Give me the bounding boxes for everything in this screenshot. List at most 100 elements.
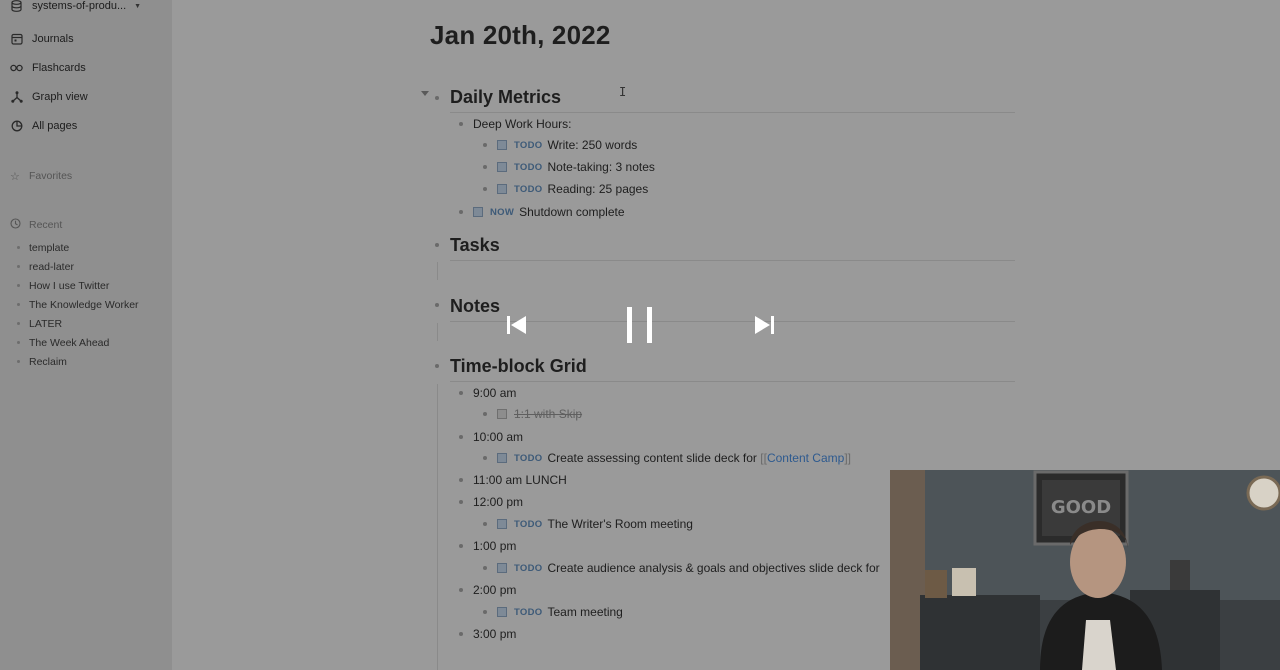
recent-item[interactable]: Reclaim	[0, 352, 172, 371]
page-link[interactable]: Content Camp	[767, 451, 844, 465]
recent-header[interactable]: Recent	[0, 215, 172, 235]
todo-write[interactable]: TODO Write: 250 words	[483, 138, 637, 152]
recent-item[interactable]: The Week Ahead	[0, 333, 172, 352]
checkbox[interactable]	[497, 607, 507, 617]
graph-switcher[interactable]: systems-of-produ... ▼	[0, 0, 172, 12]
todo-marker: TODO	[514, 518, 543, 530]
time-1100[interactable]: 11:00 am LUNCH	[459, 473, 567, 487]
bullet-dot	[17, 265, 20, 268]
block-bullet[interactable]	[459, 391, 463, 395]
block-bullet[interactable]	[435, 364, 439, 368]
next-button[interactable]	[753, 315, 775, 335]
block-bullet[interactable]	[483, 522, 487, 526]
collapse-arrow-icon[interactable]	[421, 91, 429, 96]
todo-note-taking[interactable]: TODO Note-taking: 3 notes	[483, 160, 655, 174]
block-bullet[interactable]	[483, 610, 487, 614]
presenter-video-frame: GOOD	[890, 470, 1280, 670]
todo-marker: TODO	[514, 161, 543, 173]
block-bullet[interactable]	[435, 243, 439, 247]
block-bullet[interactable]	[483, 566, 487, 570]
block-text: 2:00 pm	[473, 583, 517, 597]
block-bullet[interactable]	[459, 210, 463, 214]
todo-reading[interactable]: TODO Reading: 25 pages	[483, 182, 648, 196]
todo-marker: TODO	[514, 139, 543, 151]
checkbox-checked[interactable]	[497, 409, 507, 419]
checkbox[interactable]	[497, 162, 507, 172]
infinity-icon	[10, 61, 23, 74]
time-1000[interactable]: 10:00 am	[459, 430, 523, 444]
block-deep-work[interactable]: Deep Work Hours:	[459, 117, 571, 131]
task-text: 1:1 with Skip	[514, 407, 583, 421]
database-icon	[10, 0, 23, 13]
block-bullet[interactable]	[459, 632, 463, 636]
checkbox[interactable]	[497, 519, 507, 529]
block-bullet[interactable]	[459, 435, 463, 439]
recent-item[interactable]: read-later	[0, 257, 172, 276]
section-timeblock[interactable]: Time-block Grid	[450, 356, 587, 377]
bullet-dot	[17, 246, 20, 249]
checkbox[interactable]	[497, 140, 507, 150]
sidebar-item-flashcards[interactable]: Flashcards	[0, 53, 172, 82]
checkbox[interactable]	[473, 207, 483, 217]
pause-icon	[627, 307, 652, 343]
recent-item[interactable]: The Knowledge Worker	[0, 295, 172, 314]
block-bullet[interactable]	[459, 122, 463, 126]
time-300[interactable]: 3:00 pm	[459, 627, 516, 641]
block-bullet[interactable]	[483, 165, 487, 169]
skip-previous-icon	[507, 316, 526, 334]
task-text: Write: 250 words	[547, 138, 638, 152]
recent-item-label: LATER	[29, 317, 63, 330]
divider	[450, 112, 1015, 113]
page-title[interactable]: Jan 20th, 2022	[430, 20, 611, 51]
favorites-header[interactable]: ☆ Favorites	[0, 166, 172, 186]
graph-name: systems-of-produ...	[32, 0, 127, 12]
checkbox[interactable]	[497, 563, 507, 573]
section-tasks[interactable]: Tasks	[450, 235, 500, 256]
now-shutdown[interactable]: NOW Shutdown complete	[459, 205, 625, 219]
clock-icon	[10, 218, 23, 232]
todo-audience-analysis[interactable]: TODO Create audience analysis & goals an…	[483, 561, 880, 575]
block-bullet[interactable]	[483, 187, 487, 191]
checkbox[interactable]	[497, 453, 507, 463]
todo-content-camp[interactable]: TODO Create assessing content slide deck…	[483, 451, 851, 465]
thread-line	[437, 323, 438, 341]
section-daily-metrics[interactable]: Daily Metrics	[450, 87, 561, 108]
recent-item[interactable]: LATER	[0, 314, 172, 333]
time-100[interactable]: 1:00 pm	[459, 539, 516, 553]
block-bullet[interactable]	[483, 456, 487, 460]
sidebar-item-label: Journals	[32, 32, 74, 45]
recent-item-label: read-later	[29, 260, 74, 273]
time-200[interactable]: 2:00 pm	[459, 583, 516, 597]
recent-label: Recent	[29, 219, 63, 231]
bullet-dot	[17, 303, 20, 306]
task-text: Reading: 25 pages	[547, 182, 649, 196]
graph-icon	[10, 90, 23, 103]
block-bullet[interactable]	[459, 588, 463, 592]
sidebar-item-graph-view[interactable]: Graph view	[0, 82, 172, 111]
sidebar-item-all-pages[interactable]: All pages	[0, 111, 172, 140]
todo-marker: TODO	[514, 183, 543, 195]
todo-team-meeting[interactable]: TODO Team meeting	[483, 605, 623, 619]
block-bullet[interactable]	[459, 478, 463, 482]
time-1200[interactable]: 12:00 pm	[459, 495, 523, 509]
sidebar-item-journals[interactable]: Journals	[0, 24, 172, 53]
calendar-icon	[10, 32, 23, 45]
sidebar-item-label: All pages	[32, 119, 78, 132]
pause-button[interactable]	[626, 307, 654, 343]
recent-item[interactable]: How I use Twitter	[0, 276, 172, 295]
time-900[interactable]: 9:00 am	[459, 386, 516, 400]
recent-item[interactable]: template	[0, 238, 172, 257]
section-notes[interactable]: Notes	[450, 296, 500, 317]
block-bullet[interactable]	[459, 544, 463, 548]
block-bullet[interactable]	[435, 303, 439, 307]
block-bullet[interactable]	[435, 96, 439, 100]
block-bullet[interactable]	[459, 500, 463, 504]
block-bullet[interactable]	[483, 412, 487, 416]
todo-writers-room[interactable]: TODO The Writer's Room meeting	[483, 517, 693, 531]
link-bracket: [[	[760, 451, 767, 465]
done-1on1[interactable]: 1:1 with Skip	[483, 407, 582, 421]
task-text: The Writer's Room meeting	[547, 517, 693, 531]
previous-button[interactable]	[506, 315, 528, 335]
block-bullet[interactable]	[483, 143, 487, 147]
checkbox[interactable]	[497, 184, 507, 194]
